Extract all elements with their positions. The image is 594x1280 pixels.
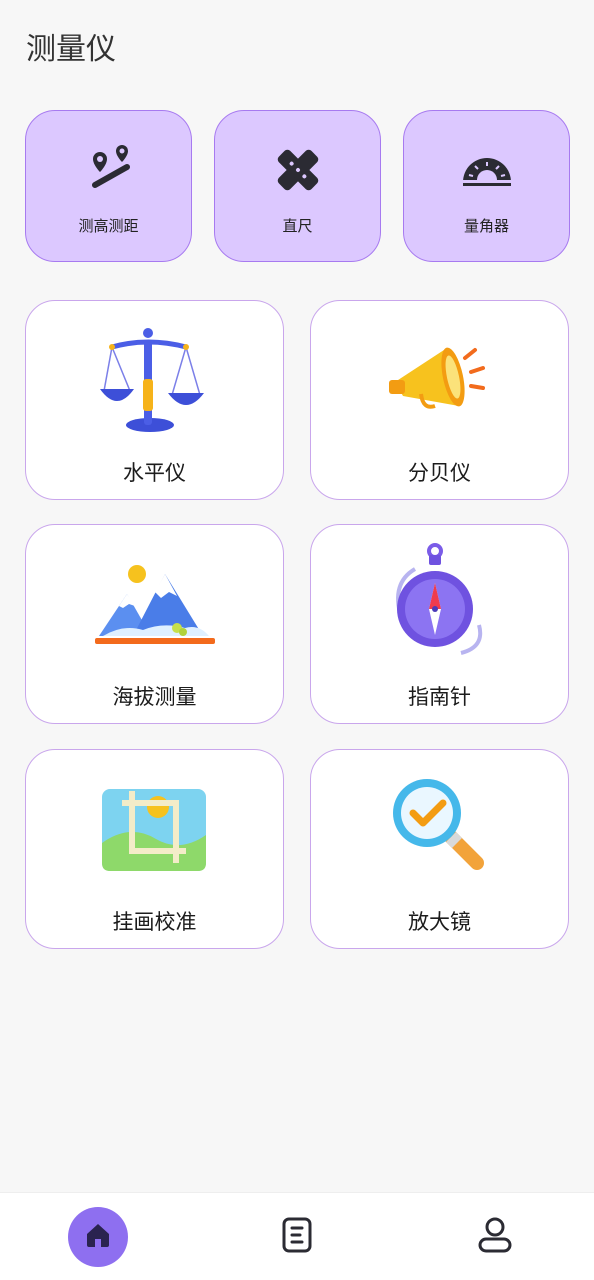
nav-home-button[interactable] [68, 1207, 128, 1267]
user-icon [478, 1217, 512, 1257]
quick-tools-row: 测高测距 直尺 量角器 [25, 110, 570, 262]
tool-card-compass[interactable]: 指南针 [310, 524, 569, 724]
megaphone-icon [375, 319, 505, 439]
tool-label: 海拔测量 [112, 685, 197, 709]
quick-tool-label: 测高测距 [78, 217, 139, 235]
quick-tool-label: 量角器 [463, 217, 509, 235]
nav-profile-button[interactable] [465, 1207, 525, 1267]
tool-label: 分贝仪 [408, 461, 471, 485]
quick-tool-ruler[interactable]: 直尺 [214, 110, 381, 262]
tool-card-picture-calibration[interactable]: 挂画校准 [25, 749, 284, 949]
quick-tool-protractor[interactable]: 量角器 [403, 110, 570, 262]
quick-tool-label: 直尺 [282, 217, 313, 235]
compass-icon [375, 543, 505, 663]
quick-tool-distance[interactable]: 测高测距 [25, 110, 192, 262]
protractor-icon [459, 145, 515, 195]
tool-card-decibel[interactable]: 分贝仪 [310, 300, 569, 500]
nav-records-button[interactable] [267, 1207, 327, 1267]
app-screen: 测量仪 测高测距 直尺 量角器 水平仪 分贝仪 海拔测量 指南针 挂画校准 放大… [0, 0, 594, 1280]
tool-label: 水平仪 [123, 461, 186, 485]
tool-label: 挂画校准 [112, 910, 197, 934]
picture-frame-icon [90, 768, 220, 888]
tool-label: 放大镜 [408, 910, 471, 934]
magnifier-icon [375, 768, 505, 888]
distance-pin-icon [81, 145, 137, 195]
tool-card-altitude[interactable]: 海拔测量 [25, 524, 284, 724]
tool-card-level[interactable]: 水平仪 [25, 300, 284, 500]
mountain-icon [90, 543, 220, 663]
bottom-nav [0, 1192, 594, 1280]
ruler-icon [270, 145, 326, 195]
balance-scale-icon [90, 319, 220, 439]
page-title: 测量仪 [26, 32, 116, 67]
home-icon [83, 1220, 113, 1254]
tool-card-magnifier[interactable]: 放大镜 [310, 749, 569, 949]
document-icon [282, 1217, 312, 1257]
tool-label: 指南针 [408, 685, 471, 709]
